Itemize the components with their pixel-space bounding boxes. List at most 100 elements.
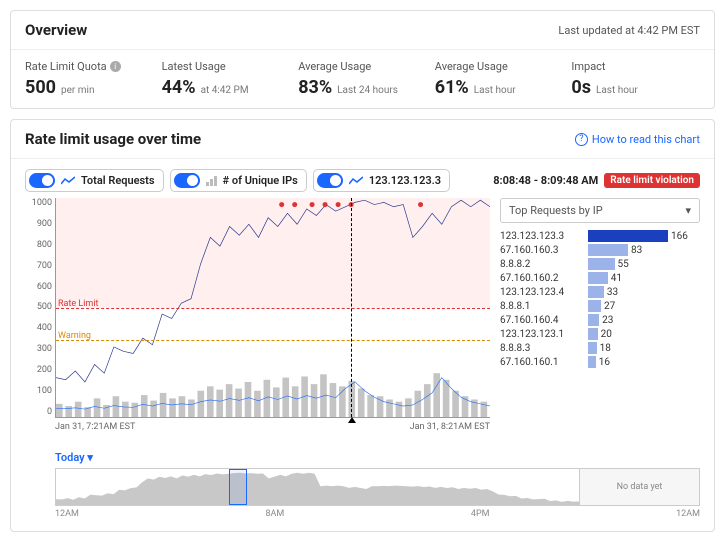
ip-row[interactable]: 8.8.8.2 55 <box>500 257 700 271</box>
threshold-line: Warning <box>56 340 490 341</box>
metric-label: Average Usage <box>435 60 564 73</box>
metric-value: 44% <box>162 77 196 98</box>
ip-row[interactable]: 8.8.8.1 27 <box>500 299 700 313</box>
mini-no-data: No data yet <box>579 469 699 505</box>
usage-card: Rate limit usage over time ? How to read… <box>10 119 715 532</box>
metric: Average Usage 83% Last 24 hours <box>298 60 427 98</box>
cursor-line[interactable] <box>351 198 352 417</box>
ip-count: 33 <box>607 287 618 298</box>
metric-value: 83% <box>298 77 332 98</box>
toggle-switch[interactable] <box>174 173 200 188</box>
toggle-label: Total Requests <box>81 174 155 187</box>
ip-bar <box>588 230 668 242</box>
ip-bar <box>588 300 601 312</box>
ip-count: 83 <box>631 245 642 256</box>
chevron-down-icon: ▾ <box>685 204 691 217</box>
x-start: Jan 31, 7:21AM EST <box>55 422 135 432</box>
ip-address: 123.123.123.3 <box>500 231 582 242</box>
ip-address: 67.160.160.3 <box>500 245 582 256</box>
line-icon <box>61 176 75 186</box>
ip-address: 8.8.8.3 <box>500 343 582 354</box>
ip-row[interactable]: 123.123.123.1 20 <box>500 327 700 341</box>
ip-count: 23 <box>602 315 613 326</box>
metric-sub: per min <box>61 85 95 96</box>
ip-row[interactable]: 67.160.160.2 41 <box>500 271 700 285</box>
info-icon[interactable]: i <box>110 61 121 72</box>
mini-brush-handle[interactable] <box>229 469 247 505</box>
violation-badge: Rate limit violation <box>604 173 700 188</box>
help-link-label: How to read this chart <box>592 133 700 146</box>
metric-label: Average Usage <box>298 60 427 73</box>
ip-bar <box>588 258 615 270</box>
metric-sub: Last hour <box>596 85 638 96</box>
ip-bar <box>588 342 597 354</box>
ip-row[interactable]: 67.160.160.1 16 <box>500 355 700 369</box>
threshold-line: Rate Limit <box>56 308 490 309</box>
metrics-row: Rate Limit Quotai 500per minLatest Usage… <box>11 50 714 108</box>
ip-row[interactable]: 8.8.8.3 18 <box>500 341 700 355</box>
ip-count: 41 <box>611 273 622 284</box>
ip-count: 166 <box>671 231 688 242</box>
toggle-pill[interactable]: # of Unique IPs <box>170 169 307 192</box>
ip-count: 27 <box>604 301 615 312</box>
ip-address: 123.123.123.1 <box>500 329 582 340</box>
metric-label: Impact <box>571 60 700 73</box>
ip-address: 123.123.123.4 <box>500 287 582 298</box>
x-axis-labels: Jan 31, 7:21AM EST Jan 31, 8:21AM EST <box>55 422 490 432</box>
usage-header: Rate limit usage over time ? How to read… <box>11 120 714 159</box>
ip-address: 8.8.8.2 <box>500 259 582 270</box>
metric: Average Usage 61% Last hour <box>435 60 564 98</box>
ip-count: 16 <box>599 357 610 368</box>
ip-bar <box>588 286 604 298</box>
mini-chart[interactable]: No data yet <box>55 468 700 506</box>
metric-sub: Last hour <box>474 85 516 96</box>
ip-row[interactable]: 123.123.123.4 33 <box>500 285 700 299</box>
metric-value: 61% <box>435 77 469 98</box>
controls-row: Total Requests # of Unique IPs 123.123.123… <box>11 159 714 198</box>
ip-address: 67.160.160.1 <box>500 357 582 368</box>
toggle-switch[interactable] <box>317 173 343 188</box>
metric-value: 0s <box>571 77 591 98</box>
metric-sub: at 4:42 PM <box>201 85 249 96</box>
ip-bar <box>588 314 599 326</box>
metric-label: Latest Usage <box>162 60 291 73</box>
ip-count: 55 <box>618 259 629 270</box>
usage-title: Rate limit usage over time <box>25 130 201 148</box>
overview-header: Overview Last updated at 4:42 PM EST <box>11 11 714 50</box>
ip-bar <box>588 356 596 368</box>
toggle-pill[interactable]: Total Requests <box>25 169 164 192</box>
mini-x-labels: 12AM8AM4PM12AM <box>55 509 700 519</box>
help-link[interactable]: ? How to read this chart <box>575 133 700 146</box>
ip-select-label: Top Requests by IP <box>509 204 603 217</box>
ip-row[interactable]: 67.160.160.3 83 <box>500 243 700 257</box>
ip-list: 123.123.123.3 16667.160.160.3 838.8.8.2 … <box>500 229 700 369</box>
threshold-label: Warning <box>58 331 91 341</box>
main-chart-area: 10009008007006005004003002001000 Rate Li… <box>25 198 490 432</box>
toggle-label: # of Unique IPs <box>223 174 298 187</box>
right-panel: Top Requests by IP ▾ 123.123.123.3 16667… <box>500 198 700 369</box>
main-chart[interactable]: 10009008007006005004003002001000 Rate Li… <box>55 198 490 418</box>
ip-row[interactable]: 67.160.160.4 23 <box>500 313 700 327</box>
today-link[interactable]: Today ▾ <box>55 451 93 464</box>
overview-strip: Today ▾ No data yet 12AM8AM4PM12AM <box>55 450 700 519</box>
toggle-label: 123.123.123.3 <box>369 174 441 187</box>
ip-count: 20 <box>601 329 612 340</box>
y-axis-ticks: 10009008007006005004003002001000 <box>26 198 52 417</box>
metric: Latest Usage 44% at 4:42 PM <box>162 60 291 98</box>
ip-select[interactable]: Top Requests by IP ▾ <box>500 198 700 223</box>
ip-bar <box>588 272 608 284</box>
ip-bar <box>588 328 598 340</box>
threshold-label: Rate Limit <box>58 299 98 309</box>
toggle-switch[interactable] <box>29 173 55 188</box>
line-icon <box>349 176 363 186</box>
metric-sub: Last 24 hours <box>337 85 398 96</box>
bars-icon <box>206 176 217 186</box>
ip-row[interactable]: 123.123.123.3 166 <box>500 229 700 243</box>
toggle-pill[interactable]: 123.123.123.3 <box>313 169 450 192</box>
ip-count: 18 <box>600 343 611 354</box>
x-end: Jan 31, 8:21AM EST <box>410 422 490 432</box>
help-icon: ? <box>575 133 588 146</box>
metric: Impact 0s Last hour <box>571 60 700 98</box>
ip-address: 67.160.160.2 <box>500 273 582 284</box>
overview-card: Overview Last updated at 4:42 PM EST Rat… <box>10 10 715 109</box>
